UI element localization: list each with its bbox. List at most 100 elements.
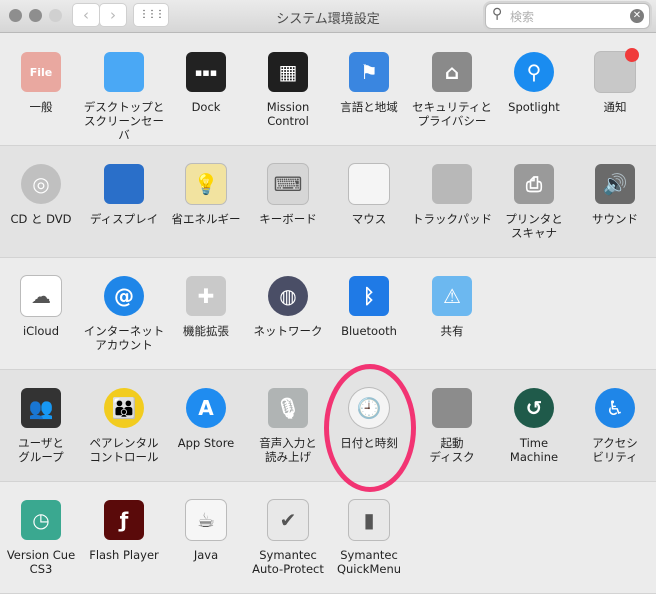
pane-dock[interactable]: ▪▪▪ Dock (165, 52, 247, 114)
pane-label: ペアレンタル コントロール (89, 436, 159, 464)
pane-startup-disk[interactable]: 起動 ディスク (411, 388, 493, 464)
pane-flash-player[interactable]: ƒ Flash Player (83, 500, 165, 562)
desktop-icon (104, 52, 144, 92)
pane-cd-dvd[interactable]: ◎ CD と DVD (0, 164, 82, 226)
pane-language[interactable]: ⚑ 言語と地域 (328, 52, 410, 114)
app-store-icon: A (186, 388, 226, 428)
pane-label: Spotlight (508, 100, 560, 114)
pane-network[interactable]: ◍ ネットワーク (247, 276, 329, 338)
pane-sharing[interactable]: ⚠ 共有 (411, 276, 493, 338)
pane-extensions[interactable]: ✚ 機能拡張 (165, 276, 247, 338)
java-icon: ☕ (186, 500, 226, 540)
pane-sound[interactable]: 🔊 サウンド (574, 164, 656, 226)
display-icon (104, 164, 144, 204)
pane-label: iCloud (22, 324, 60, 338)
pane-security[interactable]: ⌂ セキュリティと プライバシー (411, 52, 493, 128)
pane-displays[interactable]: ディスプレイ (83, 164, 165, 226)
pane-date-time[interactable]: 🕘 日付と時刻 (328, 388, 410, 450)
general-icon: File (21, 52, 61, 92)
hard-disk-icon (432, 388, 472, 428)
bluetooth-icon: ᛒ (349, 276, 389, 316)
pane-mouse[interactable]: マウス (328, 164, 410, 226)
parental-icon: 👪 (104, 388, 144, 428)
users-icon: 👥 (21, 388, 61, 428)
pane-label: インターネット アカウント (83, 324, 165, 352)
search-icon: ⚲ (492, 6, 503, 22)
notifications-icon (595, 48, 639, 92)
mission-control-icon: ▦ (268, 52, 308, 92)
globe-icon: ◍ (268, 276, 308, 316)
version-cue-icon: ◷ (21, 500, 61, 540)
pane-label: トラックパッド (412, 212, 492, 226)
pane-label: デスクトップと スクリーンセーバ (83, 100, 165, 142)
title-bar: ‹ › ⋮⋮⋮ システム環境設定 ⚲ 検索 ✕ (0, 0, 656, 33)
pane-desktop[interactable]: デスクトップと スクリーンセーバ (83, 52, 165, 142)
accessibility-icon: ♿ (595, 388, 635, 428)
pane-row: ☁ iCloud @ インターネット アカウント ✚ 機能拡張 ◍ ネットワーク ᛒ Blueto… (0, 258, 656, 370)
disc-icon: ◎ (21, 164, 61, 204)
pane-label: 言語と地域 (340, 100, 398, 114)
speaker-icon: 🔊 (595, 164, 635, 204)
search-input[interactable]: ⚲ 検索 ✕ (486, 4, 649, 28)
pane-label: ネットワーク (253, 324, 323, 338)
quickmenu-icon: ▮ (349, 500, 389, 540)
flash-icon: ƒ (104, 500, 144, 540)
pane-bluetooth[interactable]: ᛒ Bluetooth (328, 276, 410, 338)
shield-check-icon: ✔ (268, 500, 308, 540)
pane-dictation[interactable]: 🎙 音声入力と 読み上げ (247, 388, 329, 464)
pane-general[interactable]: File 一般 (0, 52, 82, 114)
mouse-icon (349, 164, 389, 204)
pane-trackpad[interactable]: トラックパッド (411, 164, 493, 226)
pane-label: Symantec QuickMenu (336, 548, 402, 576)
pane-keyboard[interactable]: ⌨ キーボード (247, 164, 329, 226)
pane-label: キーボード (259, 212, 317, 226)
microphone-icon: 🎙 (268, 388, 308, 428)
dock-icon: ▪▪▪ (186, 52, 226, 92)
pane-label: 起動 ディスク (429, 436, 475, 464)
pane-parental[interactable]: 👪 ペアレンタル コントロール (83, 388, 165, 464)
pane-accessibility[interactable]: ♿ アクセシ ビリティ (574, 388, 656, 464)
pane-label: ディスプレイ (89, 212, 159, 226)
pane-row: File 一般 デスクトップと スクリーンセーバ ▪▪▪ Dock ▦ Mission Co… (0, 34, 656, 146)
at-icon: @ (104, 276, 144, 316)
pane-internet-accounts[interactable]: @ インターネット アカウント (83, 276, 165, 352)
clear-search-icon[interactable]: ✕ (630, 9, 644, 23)
pane-printers[interactable]: ⎙ プリンタと スキャナ (493, 164, 575, 240)
pane-label: Time Machine (509, 436, 559, 464)
pane-label: サウンド (592, 212, 638, 226)
pane-row: 👥 ユーザと グループ 👪 ペアレンタル コントロール A App Store 🎙 音声入力と… (0, 370, 656, 482)
pane-users[interactable]: 👥 ユーザと グループ (0, 388, 82, 464)
icloud-icon: ☁ (21, 276, 61, 316)
pane-label: 日付と時刻 (340, 436, 398, 450)
pane-label: Symantec Auto-Protect (252, 548, 324, 576)
pane-symantec-quickmenu[interactable]: ▮ Symantec QuickMenu (328, 500, 410, 576)
pane-time-machine[interactable]: ↺ Time Machine (493, 388, 575, 464)
pane-version-cue[interactable]: ◷ Version Cue CS3 (0, 500, 82, 576)
pane-label: ユーザと グループ (18, 436, 64, 464)
pane-label: Bluetooth (341, 324, 397, 338)
pane-notifications[interactable]: 通知 (574, 48, 656, 114)
printer-icon: ⎙ (514, 164, 554, 204)
pane-symantec-auto-protect[interactable]: ✔ Symantec Auto-Protect (247, 500, 329, 576)
house-lock-icon: ⌂ (432, 52, 472, 92)
pane-icloud[interactable]: ☁ iCloud (0, 276, 82, 338)
pane-energy[interactable]: 💡 省エネルギー (165, 164, 247, 226)
pane-label: 通知 (603, 100, 627, 114)
pane-label: アクセシ ビリティ (592, 436, 638, 464)
pane-mission-control[interactable]: ▦ Mission Control (247, 52, 329, 128)
pane-java[interactable]: ☕ Java (165, 500, 247, 562)
pane-label: Dock (191, 100, 221, 114)
pane-app-store[interactable]: A App Store (165, 388, 247, 450)
search-placeholder: 検索 (510, 10, 535, 24)
clock-icon: 🕘 (349, 388, 389, 428)
puzzle-icon: ✚ (186, 276, 226, 316)
pane-label: セキュリティと プライバシー (412, 100, 492, 128)
lightbulb-icon: 💡 (186, 164, 226, 204)
trackpad-icon (432, 164, 472, 204)
pane-row: ◎ CD と DVD ディスプレイ 💡 省エネルギー ⌨ キーボード マウス トラックパッド ⎙ プ… (0, 146, 656, 258)
pane-spotlight[interactable]: ⚲ Spotlight (493, 52, 575, 114)
time-machine-icon: ↺ (514, 388, 554, 428)
pane-label: CD と DVD (10, 212, 72, 226)
notification-badge (625, 48, 639, 62)
pane-label: 省エネルギー (171, 212, 241, 226)
